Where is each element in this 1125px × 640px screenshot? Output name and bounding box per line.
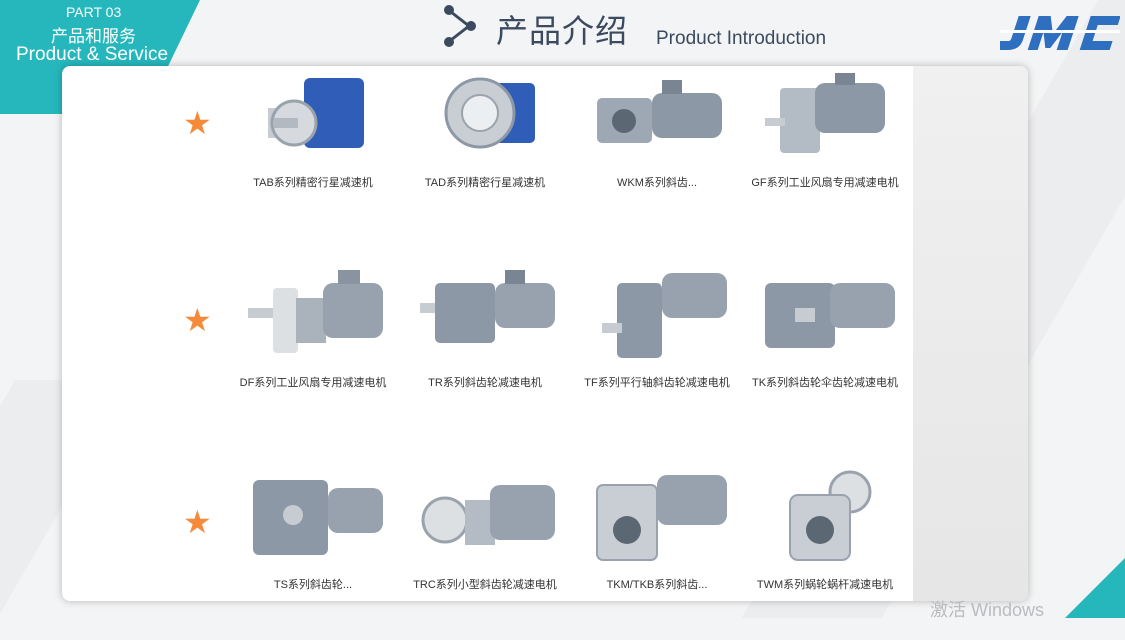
gear-motor-image [253,480,383,555]
activation-watermark: 激活 Windows [930,600,1045,620]
product-tf-motor[interactable]: TF系列平行轴斜齿轮减速电机 [572,268,742,438]
product-name: GF系列工业风扇专用减速电机 [751,177,899,189]
product-tab-reducer[interactable]: TAB系列精密行星减速机 [228,68,398,238]
product-name: TAB系列精密行星减速机 [253,177,373,189]
product-name: WKM系列斜齿... [616,177,698,189]
product-tk-motor[interactable]: TK系列斜齿轮伞齿轮减速电机 [740,268,910,438]
product-twm-motor[interactable]: TWM系列蜗轮蜗杆减速电机 [740,470,910,640]
planetary-reducer-image [444,77,535,149]
star-icon: ★ [183,504,212,540]
product-wkm-reducer[interactable]: WKM系列斜齿... [572,68,742,238]
page-title-en: Product Introduction [656,28,827,49]
part-number: PART 03 [66,4,122,20]
product-name: TS系列斜齿轮... [273,579,353,591]
jmc-logo [1000,16,1120,50]
product-name: TWM系列蜗轮蜗杆减速电机 [756,579,894,591]
gear-motor-image [420,270,555,343]
planetary-reducer-image [268,78,364,148]
page-title-cn: 产品介绍 [496,13,629,49]
gear-motor-image [596,475,727,561]
product-name: TKM/TKB系列斜齿... [606,579,708,591]
product-name: TR系列斜齿轮减速电机 [428,377,542,389]
product-df-motor[interactable]: DF系列工业风扇专用减速电机 [228,268,398,438]
gear-motor-image [602,273,727,358]
panel-side-shade [913,66,1028,601]
product-tad-reducer[interactable]: TAD系列精密行星减速机 [400,68,570,238]
product-name: TK系列斜齿轮伞齿轮减速电机 [751,377,899,389]
product-trc-motor[interactable]: TRC系列小型斜齿轮减速电机 [400,470,570,640]
gear-motor-image [421,485,555,545]
gear-motor-image [765,73,885,153]
product-name: TAD系列精密行星减速机 [424,177,546,189]
product-name: DF系列工业风扇专用减速电机 [239,377,387,389]
product-name: TRC系列小型斜齿轮减速电机 [413,579,557,591]
gear-motor-image [248,270,383,353]
product-tkm-tkb-reducer[interactable]: TKM/TKB系列斜齿... [572,470,742,640]
product-ts-motor[interactable]: TS系列斜齿轮... [228,470,398,640]
product-name: TF系列平行轴斜齿轮减速电机 [584,377,730,389]
product-tr-motor[interactable]: TR系列斜齿轮减速电机 [400,268,570,438]
product-gf-motor[interactable]: GF系列工业风扇专用减速电机 [740,68,910,238]
worm-gear-image [789,470,872,561]
star-icon: ★ [183,105,212,141]
gear-motor-image [597,80,722,143]
star-icon: ★ [183,302,212,338]
part-title-en: Product & Service [16,44,169,65]
share-node-icon [444,5,476,47]
gear-motor-image [765,283,895,348]
